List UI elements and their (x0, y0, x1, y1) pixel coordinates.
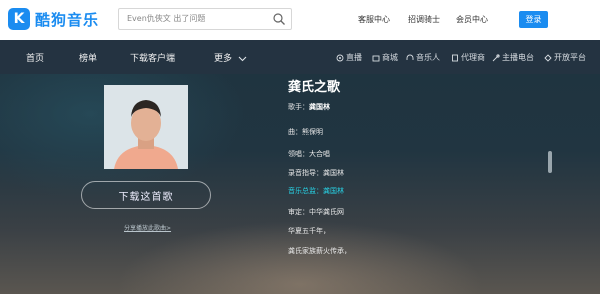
lyric-line: 审定：中华龚氏网 (288, 208, 344, 216)
singer-name[interactable]: 龚国林 (309, 103, 330, 111)
link-recruit[interactable]: 招调骑士 (408, 14, 440, 25)
chevron-down-icon (238, 56, 247, 61)
login-button[interactable]: 登录 (519, 11, 548, 28)
radio-icon (492, 53, 500, 61)
lyric-line: 领唱：大合唱 (288, 150, 330, 158)
share-play-link[interactable]: 分享播放此歌曲> (124, 223, 171, 232)
search-box[interactable]: Even仇俠文 出了问题 (118, 8, 292, 30)
link-customer-service[interactable]: 客服中心 (358, 14, 390, 25)
logo-badge-icon: K (8, 8, 30, 30)
lyric-line: 华夏五千年， (288, 227, 330, 235)
live-icon (336, 54, 344, 61)
nav-open-platform-label: 开放平台 (554, 53, 586, 62)
nav-home[interactable]: 首页 (26, 51, 44, 64)
nav-charts[interactable]: 榜单 (79, 51, 97, 64)
nav-musician-label: 音乐人 (416, 53, 440, 62)
download-song-button[interactable]: 下载这首歌 (81, 181, 211, 209)
nav-more[interactable]: 更多 (214, 51, 247, 64)
lyric-line: 曲：熊保明 (288, 128, 323, 136)
lyric-line: 录音指导：龚国林 (288, 169, 344, 177)
kugou-logo[interactable]: K 酷狗音乐 (8, 8, 99, 30)
logo-text: 酷狗音乐 (35, 10, 100, 29)
link-member-center[interactable]: 会员中心 (456, 14, 488, 25)
song-detail-panel: 下载这首歌 分享播放此歌曲> 龚氏之歌 歌手：龚国林 曲：熊保明 领唱：大合唱 … (0, 74, 600, 294)
nav-agent-label: 代理商 (461, 53, 485, 62)
search-icon[interactable] (272, 12, 286, 26)
singer-photo-image (104, 85, 188, 169)
singer-avatar (104, 85, 188, 169)
open-platform-icon (544, 53, 552, 62)
headphones-icon (406, 54, 414, 60)
main-nav: 首页 榜单 下载客户端 更多 直播 商城 音乐人 代理商 主播电台 开放平台 (0, 40, 600, 74)
top-header: K 酷狗音乐 Even仇俠文 出了问题 客服中心 招调骑士 会员中心 登录 (0, 0, 600, 40)
lyrics-scrollbar[interactable] (548, 151, 552, 173)
nav-live-label: 直播 (346, 53, 362, 62)
singer-line: 歌手：龚国林 (288, 102, 330, 112)
lyric-line: 龚氏家族薪火传承， (288, 247, 351, 255)
nav-more-label: 更多 (214, 54, 233, 64)
nav-agent[interactable]: 代理商 (451, 52, 485, 63)
agent-icon (452, 54, 458, 61)
nav-shop-label: 商城 (382, 53, 398, 62)
nav-shop[interactable]: 商城 (372, 52, 398, 63)
singer-label: 歌手： (288, 103, 309, 111)
nav-radio[interactable]: 主播电台 (492, 52, 534, 63)
shop-icon (372, 55, 380, 61)
song-title: 龚氏之歌 (288, 80, 341, 95)
nav-open-platform[interactable]: 开放平台 (544, 52, 586, 63)
nav-musician[interactable]: 音乐人 (406, 52, 440, 63)
nav-live[interactable]: 直播 (336, 52, 362, 63)
nav-radio-label: 主播电台 (502, 53, 534, 62)
search-input[interactable]: Even仇俠文 出了问题 (127, 13, 205, 24)
lyric-line-current: 音乐总监：龚国林 (288, 187, 344, 195)
nav-download-client[interactable]: 下载客户端 (130, 51, 175, 64)
